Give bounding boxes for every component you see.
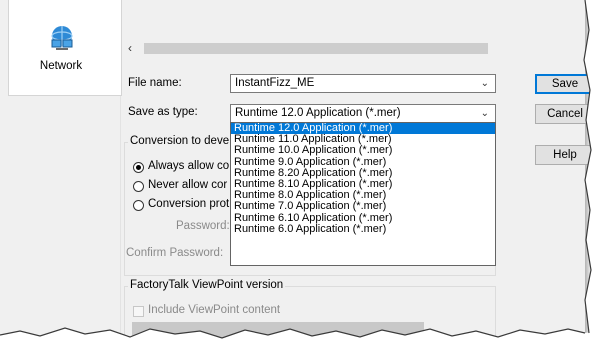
- dropdown-option[interactable]: Runtime 6.10 Application (*.mer): [231, 212, 495, 224]
- help-button[interactable]: Help: [535, 145, 595, 165]
- dropdown-option[interactable]: Runtime 7.0 Application (*.mer): [231, 201, 495, 212]
- save-button[interactable]: Save: [535, 74, 595, 94]
- file-name-input[interactable]: InstantFizz_ME ⌄: [230, 74, 496, 93]
- dropdown-option[interactable]: Runtime 10.0 Application (*.mer): [231, 145, 495, 156]
- file-name-value: InstantFizz_ME: [235, 77, 315, 89]
- include-viewpoint-checkbox[interactable]: [133, 306, 144, 317]
- save-as-type-label: Save as type:: [128, 106, 198, 118]
- chevron-down-icon[interactable]: ⌄: [481, 105, 489, 122]
- save-dialog: Network ‹ File name: InstantFizz_ME ⌄ Sa…: [0, 0, 595, 346]
- radio-conversion-protected[interactable]: [133, 200, 144, 211]
- horizontal-scrollbar[interactable]: ‹: [122, 40, 490, 57]
- conversion-group-title: Conversion to deve: [128, 135, 232, 147]
- file-name-label: File name:: [128, 77, 182, 89]
- disabled-field: [132, 322, 424, 342]
- radio-always-allow-label[interactable]: Always allow co: [148, 160, 229, 172]
- screenshot-stage: Network ‹ File name: InstantFizz_ME ⌄ Sa…: [0, 0, 597, 351]
- viewpoint-group-title: FactoryTalk ViewPoint version: [128, 279, 286, 291]
- password-label: Password:: [176, 220, 230, 232]
- network-label[interactable]: Network: [30, 60, 92, 72]
- network-icon[interactable]: [44, 20, 80, 56]
- chevron-down-icon[interactable]: ⌄: [481, 75, 489, 92]
- radio-conversion-protected-label[interactable]: Conversion prot: [148, 198, 229, 210]
- save-as-type-value: Runtime 12.0 Application (*.mer): [235, 107, 401, 119]
- radio-never-allow[interactable]: [133, 181, 144, 192]
- chevron-left-icon[interactable]: ‹: [128, 41, 132, 55]
- confirm-password-label: Confirm Password:: [126, 247, 224, 259]
- save-as-type-dropdown[interactable]: Runtime 12.0 Application (*.mer) Runtime…: [230, 122, 496, 266]
- radio-always-allow[interactable]: [133, 162, 144, 173]
- dropdown-option[interactable]: Runtime 6.0 Application (*.mer): [231, 223, 495, 235]
- places-pane: Network: [0, 0, 122, 340]
- cancel-button[interactable]: Cancel: [535, 104, 595, 124]
- scrollbar-thumb[interactable]: [144, 43, 488, 54]
- radio-never-allow-label[interactable]: Never allow cor: [148, 179, 227, 191]
- include-viewpoint-label[interactable]: Include ViewPoint content: [148, 304, 280, 316]
- save-as-type-select[interactable]: Runtime 12.0 Application (*.mer) ⌄: [230, 104, 496, 123]
